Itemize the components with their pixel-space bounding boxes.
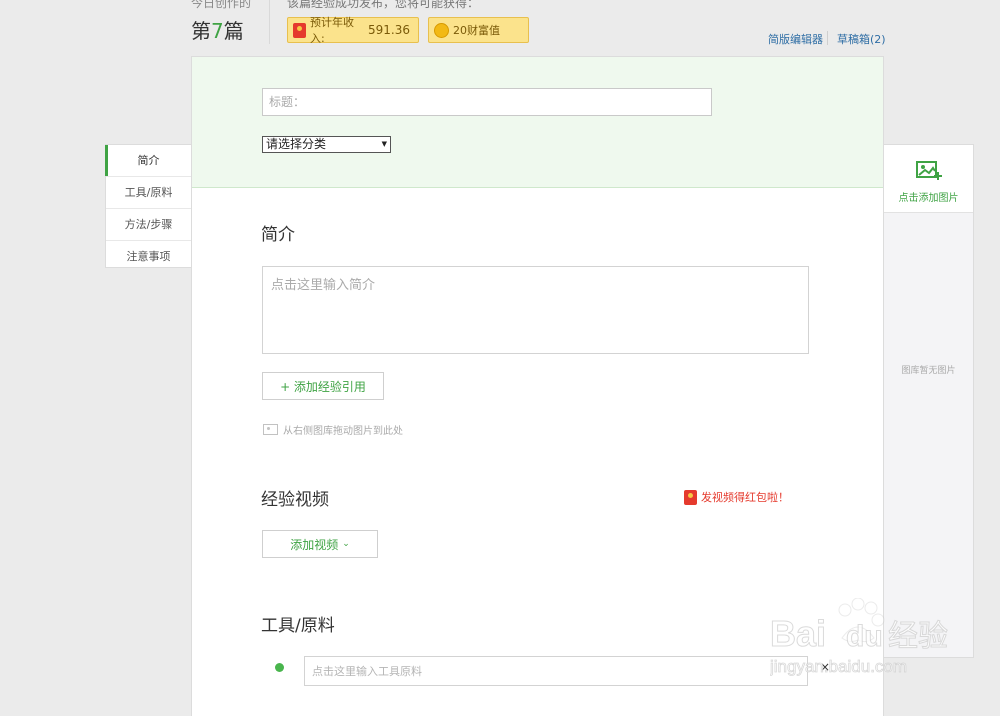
add-picture-icon [916,161,942,180]
title-area [192,57,883,188]
section-nav: 简介 工具/原料 方法/步骤 注意事项 [105,144,191,268]
drag-hint-text: 从右侧图库拖动图片到此处 [283,426,403,437]
image-gallery: 点击添加图片 图库暂无图片 [884,144,974,658]
watermark-brand-cn: 经验 [888,619,948,654]
drafts-link[interactable]: 草稿箱(2) [837,31,886,47]
add-video-button[interactable]: 添加视频 ⌄ [262,530,378,558]
wealth-badge: 20财富值 [428,17,529,43]
add-reference-button[interactable]: + 添加经验引用 [262,372,384,400]
nav-item-tools[interactable]: 工具/原料 [106,177,191,209]
count-suffix: 篇 [223,19,244,43]
nav-item-steps[interactable]: 方法/步骤 [106,209,191,241]
video-heading: 经验视频 [261,490,329,510]
watermark-url: jingyan.baidu.com [770,657,907,676]
reward-label: 该篇经验成功发布，您将可能获得： [287,0,480,10]
baidu-jingyan-watermark: Bai du 经验 jingyan.baidu.com [770,598,949,676]
video-promo[interactable]: 发视频得红包啦！ [684,489,789,505]
watermark-brand-du: du [846,620,883,653]
category-select[interactable]: 请选择分类 ▼ [262,136,391,153]
simple-editor-link[interactable]: 简版编辑器 [768,31,823,47]
title-input[interactable] [262,88,712,116]
intro-textarea[interactable] [262,266,809,354]
income-badge: 预计年收入: 591.36 [287,16,419,45]
link-separator [827,31,828,45]
today-created-label: 今日创作的 [191,0,252,10]
image-icon [263,424,278,435]
chevron-down-icon: ⌄ [342,539,350,549]
header-divider [269,0,270,44]
watermark-brand: Bai [770,613,826,654]
count-number: 7 [211,19,224,43]
video-promo-text: 发视频得红包啦！ [701,491,789,504]
coin-icon [434,22,449,38]
tools-heading: 工具/原料 [261,616,335,636]
add-video-label: 添加视频 [290,537,339,552]
drag-image-hint: 从右侧图库拖动图片到此处 [263,422,403,437]
nav-item-intro[interactable]: 简介 [105,145,191,177]
list-bullet-icon [275,663,284,672]
tools-input[interactable] [304,656,808,686]
article-count: 第7篇 [191,15,244,44]
wealth-label: 20财富值 [453,24,500,37]
add-image-label: 点击添加图片 [898,193,959,204]
count-prefix: 第 [191,19,211,43]
income-value: 591.36 [368,23,410,37]
gallery-empty-label: 图库暂无图片 [901,366,956,376]
income-label: 预计年收入: [310,16,354,45]
dropdown-arrow-icon: ▼ [381,140,387,148]
red-envelope-icon [684,489,697,505]
add-image-button[interactable]: 点击添加图片 [884,145,973,213]
red-envelope-icon [293,22,306,38]
category-select-value: 请选择分类 [266,137,327,151]
intro-heading: 简介 [261,225,295,245]
nav-item-notes[interactable]: 注意事项 [106,241,191,272]
